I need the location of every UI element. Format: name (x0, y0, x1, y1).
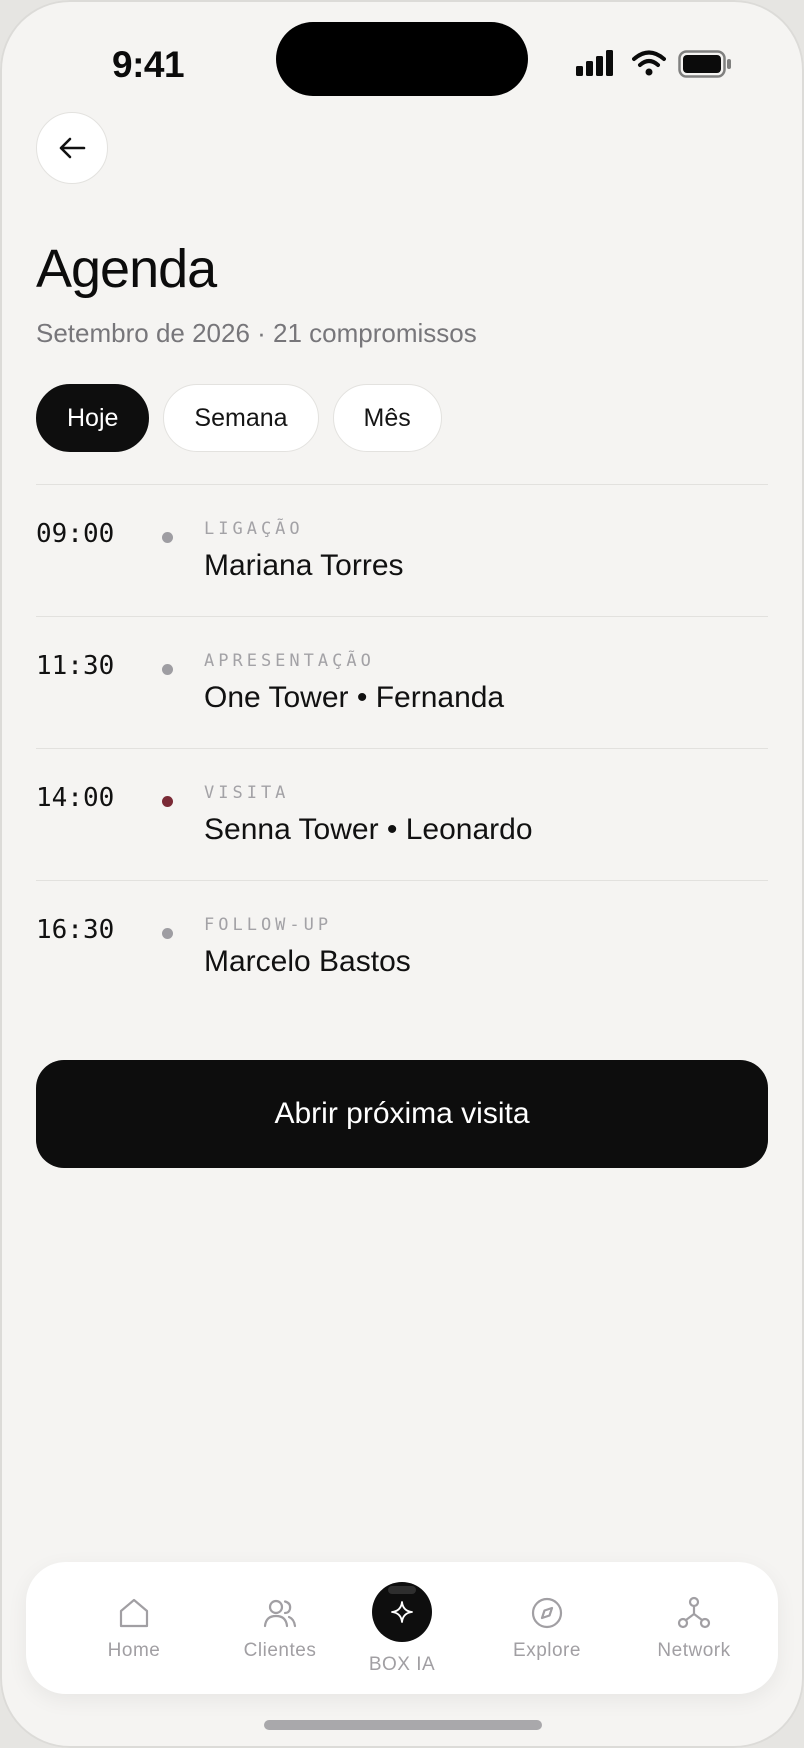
nav-item-network[interactable]: Network (624, 1562, 764, 1694)
tab-week[interactable]: Semana (163, 384, 319, 452)
agenda-item[interactable]: 09:00 LIGAÇÃO Mariana Torres (36, 484, 768, 616)
home-icon (119, 1598, 149, 1628)
status-dot (162, 928, 173, 939)
nav-label: Clientes (243, 1640, 317, 1661)
home-indicator (264, 1720, 542, 1730)
agenda-title: Mariana Torres (204, 549, 404, 582)
nav-item-explore[interactable]: Explore (477, 1562, 617, 1694)
nav-item-home[interactable]: Home (64, 1562, 204, 1694)
battery-icon (678, 50, 731, 78)
period-tabs: Hoje Semana Mês (36, 384, 442, 452)
phone-screen: 9:41 Agenda Setembro de 2026 · 21 compro… (0, 0, 804, 1748)
wifi-icon (632, 50, 666, 76)
agenda-title: Senna Tower • Leonardo (204, 813, 533, 846)
nav-label: Explore (513, 1640, 581, 1661)
users-icon (263, 1599, 297, 1628)
agenda-type: FOLLOW-UP (204, 915, 333, 935)
network-icon (677, 1596, 711, 1629)
nav-label: Network (657, 1640, 731, 1661)
nav-label: BOX IA (368, 1654, 436, 1675)
status-dot (162, 664, 173, 675)
agenda-time: 16:30 (36, 915, 115, 945)
status-time: 9:41 (112, 44, 185, 85)
dynamic-island (276, 22, 528, 96)
nav-item-box-ia[interactable]: BOX IA (332, 1562, 472, 1694)
arrow-left-icon (59, 137, 86, 159)
page-subtitle: Setembro de 2026 · 21 compromissos (36, 318, 477, 348)
nav-label: Home (107, 1640, 161, 1661)
agenda-item[interactable]: 11:30 APRESENTAÇÃO One Tower • Fernanda (36, 616, 768, 748)
tab-month[interactable]: Mês (332, 384, 442, 452)
tab-today[interactable]: Hoje (36, 384, 150, 452)
agenda-list: 09:00 LIGAÇÃO Mariana Torres 11:30 APRES… (36, 484, 768, 1012)
agenda-type: LIGAÇÃO (204, 519, 304, 539)
cellular-signal-icon (576, 50, 613, 76)
page-title: Agenda (36, 239, 217, 299)
agenda-item[interactable]: 14:00 VISITA Senna Tower • Leonardo (36, 748, 768, 880)
back-button[interactable] (36, 112, 108, 184)
agenda-type: VISITA (204, 783, 290, 803)
ai-button[interactable] (372, 1582, 432, 1642)
bottom-nav: Home Clientes BOX IA Explore Network (26, 1562, 778, 1694)
agenda-time: 09:00 (36, 519, 115, 549)
agenda-title: Marcelo Bastos (204, 945, 411, 978)
agenda-item[interactable]: 16:30 FOLLOW-UP Marcelo Bastos (36, 880, 768, 1012)
agenda-time: 14:00 (36, 783, 115, 813)
compass-icon (531, 1597, 563, 1629)
agenda-type: APRESENTAÇÃO (204, 651, 375, 671)
sparkle-icon (391, 1601, 413, 1623)
agenda-title: One Tower • Fernanda (204, 681, 505, 714)
open-next-visit-button[interactable]: Abrir próxima visita (36, 1060, 768, 1168)
agenda-time: 11:30 (36, 651, 115, 681)
status-dot-accent (162, 796, 173, 807)
nav-item-clientes[interactable]: Clientes (210, 1562, 350, 1694)
status-dot (162, 532, 173, 543)
